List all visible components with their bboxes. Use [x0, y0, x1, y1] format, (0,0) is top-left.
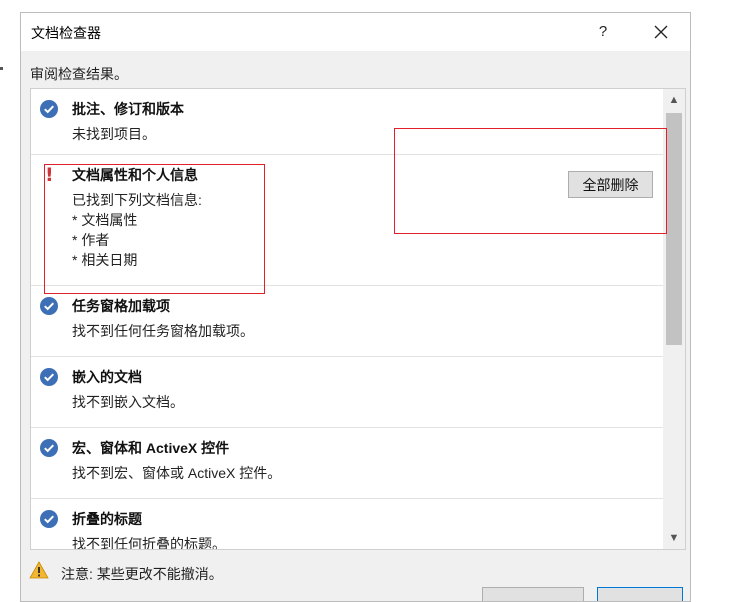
description-line: 找不到任何任务窗格加载项。: [72, 323, 254, 339]
result-description: 找不到宏、窗体或 ActiveX 控件。: [72, 463, 281, 483]
checkmark-circle-icon: [40, 100, 58, 118]
help-button[interactable]: ?: [588, 20, 618, 44]
footer-note: 注意: 某些更改不能撤消。: [61, 566, 223, 582]
close-button[interactable]: [646, 19, 676, 45]
result-collapsed-headings: 折叠的标题 找不到任何折叠的标题。: [31, 499, 663, 550]
result-description: 找不到任何折叠的标题。: [72, 534, 226, 550]
checkmark-circle-icon: [40, 510, 58, 528]
results-pane: 批注、修订和版本 未找到项目。 ! 文档属性和个人信息 已找到下列文档信息: *…: [30, 88, 686, 550]
scroll-up-arrow[interactable]: ▲: [663, 89, 685, 111]
result-title: 批注、修订和版本: [72, 101, 184, 117]
close-icon: [654, 25, 668, 39]
description-line: 未找到项目。: [72, 126, 156, 142]
vertical-scrollbar[interactable]: ▲ ▼: [663, 89, 685, 549]
result-title: 折叠的标题: [72, 511, 142, 527]
description-line: 找不到任何折叠的标题。: [72, 536, 226, 550]
result-embedded-documents: 嵌入的文档 找不到嵌入文档。: [31, 357, 663, 428]
result-comments-revisions: 批注、修订和版本 未找到项目。: [31, 89, 663, 155]
result-description: 已找到下列文档信息: * 文档属性 * 作者 * 相关日期: [72, 190, 202, 270]
result-title: 任务窗格加载项: [72, 298, 170, 314]
result-title: 宏、窗体和 ActiveX 控件: [72, 440, 230, 456]
exclamation-icon: !: [45, 164, 54, 186]
background-artifact: [0, 67, 3, 70]
description-line: * 相关日期: [72, 252, 138, 268]
description-line: * 作者: [72, 232, 110, 248]
scroll-down-arrow[interactable]: ▼: [663, 527, 685, 549]
result-task-pane-addins: 任务窗格加载项 找不到任何任务窗格加载项。: [31, 286, 663, 357]
results-list: 批注、修订和版本 未找到项目。 ! 文档属性和个人信息 已找到下列文档信息: *…: [31, 89, 663, 550]
description-line: 找不到宏、窗体或 ActiveX 控件。: [72, 465, 282, 481]
checkmark-circle-icon: [40, 368, 58, 386]
title-bar: 文档检查器 ?: [21, 13, 690, 51]
checkmark-circle-icon: [40, 439, 58, 457]
description-line: 已找到下列文档信息:: [72, 192, 202, 208]
result-description: 未找到项目。: [72, 124, 156, 144]
document-inspector-dialog: 文档检查器 ? 审阅检查结果。 批注、修订和版本 未找到项目。 ! 文档属性和个…: [20, 12, 691, 602]
description-line: * 文档属性: [72, 212, 138, 228]
warning-triangle-icon: [29, 561, 49, 579]
close-dialog-button[interactable]: [597, 587, 683, 601]
result-description: 找不到嵌入文档。: [72, 392, 184, 412]
reinspect-button[interactable]: [482, 587, 584, 601]
result-document-properties: ! 文档属性和个人信息 已找到下列文档信息: * 文档属性 * 作者 * 相关日…: [31, 155, 663, 286]
result-title: 嵌入的文档: [72, 369, 142, 385]
result-description: 找不到任何任务窗格加载项。: [72, 321, 254, 341]
result-title: 文档属性和个人信息: [72, 167, 198, 183]
remove-all-button[interactable]: 全部删除: [568, 171, 653, 198]
result-macros-forms-activex: 宏、窗体和 ActiveX 控件 找不到宏、窗体或 ActiveX 控件。: [31, 428, 663, 499]
description-line: 找不到嵌入文档。: [72, 394, 184, 410]
checkmark-circle-icon: [40, 297, 58, 315]
dialog-title: 文档检查器: [31, 25, 101, 41]
instruction-text: 审阅检查结果。: [30, 66, 128, 82]
scroll-thumb[interactable]: [666, 113, 682, 345]
